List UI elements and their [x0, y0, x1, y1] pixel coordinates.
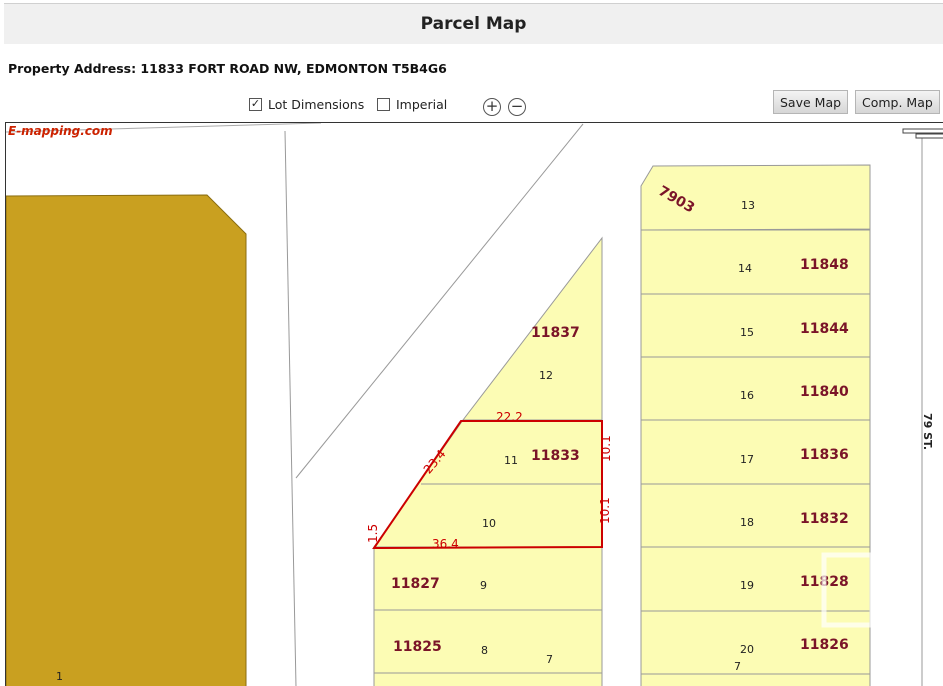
lot-number: 11	[504, 454, 518, 467]
lot-number: 7	[546, 653, 553, 666]
page-title: Parcel Map	[420, 14, 527, 34]
house-number: 11836	[800, 447, 849, 463]
lot-number: 14	[738, 262, 752, 275]
lot-number: 19	[740, 579, 754, 592]
lot-number: 9	[480, 579, 487, 592]
dimension-label: 10.1	[598, 497, 612, 524]
lot-number: 7	[734, 660, 741, 673]
lot-number: 1	[56, 670, 63, 683]
lot-number: 18	[740, 516, 754, 529]
e-mapping-logo: E-mapping.com	[8, 124, 113, 138]
road-edge-line	[284, 130, 297, 686]
dimension-label: 10.1	[599, 435, 613, 462]
house-number: 11833	[531, 448, 580, 464]
lot-7-right[interactable]	[640, 673, 871, 686]
dimension-label: 36.4	[432, 537, 459, 551]
property-address: Property Address: 11833 FORT ROAD NW, ED…	[8, 61, 447, 76]
dimension-label: 1.5	[366, 524, 380, 543]
save-map-button[interactable]: Save Map	[773, 90, 849, 114]
lot-number: 20	[740, 643, 754, 656]
house-number: 11825	[393, 639, 442, 655]
house-number: 11844	[800, 321, 849, 337]
parcel-map[interactable]: 7903 11848 11844 11840 11836 11832 11828…	[5, 122, 943, 686]
house-number: 11827	[391, 576, 440, 592]
imperial-label: Imperial	[396, 97, 448, 112]
house-number: 11832	[800, 511, 849, 527]
lot-dimensions-label: Lot Dimensions	[268, 97, 365, 112]
lot-number: 12	[539, 369, 553, 382]
street-label: 79 ST.	[921, 413, 934, 450]
lot-number: 8	[481, 644, 488, 657]
title-bar: Parcel Map	[4, 3, 943, 44]
checkbox-unchecked-icon	[377, 98, 390, 111]
map-scale-marker	[902, 128, 943, 134]
lot-number: 17	[740, 453, 754, 466]
house-number: 11848	[800, 257, 849, 273]
lot-dimensions-checkbox[interactable]: ✓ Lot Dimensions	[249, 97, 364, 112]
zoom-out-button[interactable]: −	[508, 98, 526, 116]
lot-number: 13	[741, 199, 755, 212]
map-scale-marker	[915, 133, 943, 139]
checkbox-checked-icon: ✓	[249, 97, 262, 111]
lot-number: 10	[482, 517, 496, 530]
parcel-map-canvas: 7903 11848 11844 11840 11836 11832 11828…	[6, 123, 943, 686]
house-number: 11837	[531, 325, 580, 341]
zoom-in-button[interactable]: +	[483, 98, 501, 116]
lot-number: 16	[740, 389, 754, 402]
comp-map-button[interactable]: Comp. Map	[855, 90, 940, 114]
house-number: 11840	[800, 384, 849, 400]
dimension-label: 22.2	[496, 410, 523, 424]
park-parcel[interactable]	[6, 194, 247, 686]
map-toolbar: ✓ Lot Dimensions Imperial + − Save Map C…	[0, 88, 943, 120]
lot-number: 15	[740, 326, 754, 339]
lot-7[interactable]	[373, 672, 603, 686]
imperial-checkbox[interactable]: Imperial	[377, 97, 447, 112]
house-number: 11826	[800, 637, 849, 653]
